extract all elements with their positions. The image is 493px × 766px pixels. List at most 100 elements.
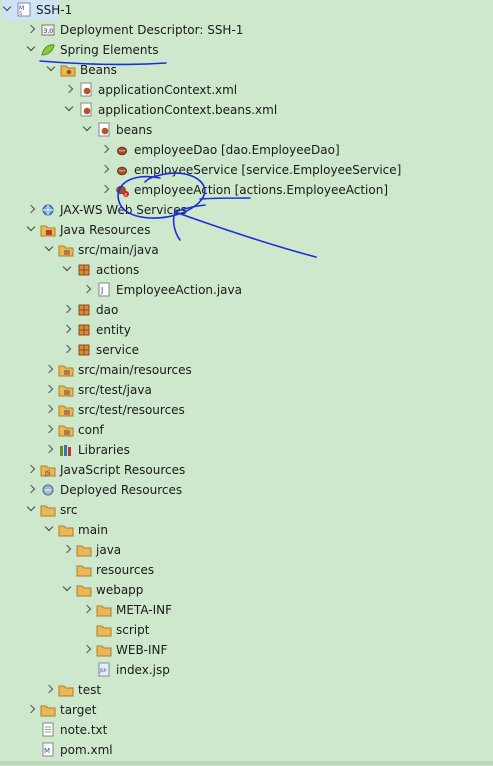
tree-item-src-test-resources[interactable]: src/test/resources <box>44 400 185 420</box>
tree-item-web-inf[interactable]: WEB-INF <box>82 640 167 660</box>
expand-toggle-icon[interactable] <box>44 360 56 380</box>
tree-item-label: pom.xml <box>60 743 113 757</box>
beans-folder-icon <box>60 60 76 80</box>
expand-toggle-icon[interactable] <box>62 260 74 280</box>
expand-toggle-icon[interactable] <box>62 580 74 600</box>
tree-item-test[interactable]: test <box>44 680 101 700</box>
tree-item-employeeaction-java[interactable]: J EmployeeAction.java <box>82 280 242 300</box>
tree-item-employee-action[interactable]: x employeeAction [actions.EmployeeAction] <box>100 180 388 200</box>
tree-item-beans-config[interactable]: beans <box>82 120 152 140</box>
tree-item-actions[interactable]: actions <box>62 260 139 280</box>
tree-item-javascript-resources[interactable]: JS JavaScript Resources <box>26 460 185 480</box>
tree-item-main[interactable]: main <box>44 520 108 540</box>
tree-item-label: entity <box>96 323 131 337</box>
expand-toggle-icon[interactable] <box>44 420 56 440</box>
tree-item-applicationcontext-beans-xml[interactable]: applicationContext.beans.xml <box>64 100 277 120</box>
tree-item-conf[interactable]: conf <box>44 420 104 440</box>
tree-item-deployed-resources[interactable]: Deployed Resources <box>26 480 182 500</box>
expand-toggle-icon[interactable] <box>62 300 74 320</box>
project-explorer-tree: M S SSH-1 3.0 Deployment Descriptor: SSH-1 … <box>0 0 493 765</box>
expand-toggle-icon[interactable] <box>26 40 38 60</box>
expand-toggle-icon[interactable] <box>26 700 38 720</box>
expand-toggle-icon[interactable] <box>64 100 76 120</box>
expand-toggle-icon[interactable] <box>44 240 56 260</box>
expand-toggle-icon[interactable] <box>100 180 112 200</box>
tree-item-src-test-java[interactable]: src/test/java <box>44 380 152 400</box>
tree-item-target[interactable]: target <box>26 700 97 720</box>
tree-item-src-main-java[interactable]: src/main/java <box>44 240 159 260</box>
tree-item-label: dao <box>96 303 119 317</box>
expand-toggle-icon[interactable] <box>26 20 38 40</box>
tree-item-src-main-resources[interactable]: src/main/resources <box>44 360 192 380</box>
text-file-icon <box>40 720 56 740</box>
expand-toggle-icon[interactable] <box>82 280 94 300</box>
package-icon <box>76 340 92 360</box>
expand-toggle-icon[interactable] <box>82 600 94 620</box>
tree-item-pom-xml[interactable]: Mpom.xml <box>26 740 113 760</box>
expand-toggle-icon[interactable] <box>26 220 38 240</box>
tree-item-ssh-1[interactable]: M S SSH-1 <box>2 0 72 20</box>
tree-item-employee-dao[interactable]: employeeDao [dao.EmployeeDao] <box>100 140 340 160</box>
tree-item-employee-service[interactable]: employeeService [service.EmployeeService… <box>100 160 401 180</box>
tree-item-libraries[interactable]: Libraries <box>44 440 130 460</box>
expand-toggle-icon[interactable] <box>44 400 56 420</box>
expand-toggle-icon[interactable] <box>62 540 74 560</box>
source-folder-icon <box>58 240 74 260</box>
javascript-resources-icon: JS <box>40 460 56 480</box>
expand-toggle-icon[interactable] <box>44 380 56 400</box>
horizontal-scrollbar[interactable] <box>0 761 493 765</box>
tree-item-applicationcontext-xml[interactable]: applicationContext.xml <box>64 80 237 100</box>
libraries-icon <box>58 440 74 460</box>
tree-item-beans[interactable]: Beans <box>46 60 117 80</box>
expand-toggle-icon[interactable] <box>82 640 94 660</box>
expand-toggle-icon[interactable] <box>62 340 74 360</box>
tree-item-java-resources[interactable]: Java Resources <box>26 220 150 240</box>
tree-item-deployment-descriptor[interactable]: 3.0 Deployment Descriptor: SSH-1 <box>26 20 243 40</box>
expand-toggle-icon[interactable] <box>26 460 38 480</box>
tree-item-spring-elements[interactable]: Spring Elements <box>26 40 158 60</box>
tree-item-service[interactable]: service <box>62 340 139 360</box>
tree-item-note-txt[interactable]: note.txt <box>26 720 107 740</box>
tree-item-label: Deployment Descriptor: SSH-1 <box>60 23 244 37</box>
tree-item-src[interactable]: src <box>26 500 78 520</box>
expand-toggle-icon[interactable] <box>2 0 14 20</box>
expand-toggle-icon[interactable] <box>64 80 76 100</box>
tree-item-script[interactable]: script <box>82 620 149 640</box>
expand-toggle-icon[interactable] <box>100 160 112 180</box>
tree-item-index-jsp[interactable]: JSP index.jsp <box>82 660 170 680</box>
expand-toggle-icon[interactable] <box>44 680 56 700</box>
tree-item-label: employeeAction [actions.EmployeeAction] <box>134 183 389 197</box>
expand-toggle-icon[interactable] <box>62 320 74 340</box>
tree-item-label: src/test/resources <box>78 403 185 417</box>
bean-error-icon: x <box>114 180 130 200</box>
tree-item-jax-ws[interactable]: JAX-WS Web Services <box>26 200 187 220</box>
tree-item-label: Libraries <box>78 443 130 457</box>
expand-toggle-icon[interactable] <box>82 120 94 140</box>
source-folder-icon <box>58 400 74 420</box>
tree-item-label: EmployeeAction.java <box>116 283 242 297</box>
expand-toggle-icon[interactable] <box>44 440 56 460</box>
expand-toggle-icon[interactable] <box>26 500 38 520</box>
expand-toggle-icon[interactable] <box>26 200 38 220</box>
tree-item-resources[interactable]: resources <box>62 560 154 580</box>
package-icon <box>76 320 92 340</box>
expand-toggle-icon[interactable] <box>100 140 112 160</box>
tree-item-dao[interactable]: dao <box>62 300 118 320</box>
deployed-resources-icon <box>40 480 56 500</box>
tree-item-label: index.jsp <box>116 663 170 677</box>
expand-toggle-icon[interactable] <box>46 60 58 80</box>
tree-item-label: main <box>78 523 108 537</box>
tree-item-entity[interactable]: entity <box>62 320 131 340</box>
tree-item-label: src/test/java <box>78 383 152 397</box>
expand-toggle-icon[interactable] <box>26 480 38 500</box>
tree-item-webapp[interactable]: webapp <box>62 580 143 600</box>
tree-item-meta-inf[interactable]: META-INF <box>82 600 172 620</box>
folder-icon <box>96 640 112 660</box>
expand-toggle-icon[interactable] <box>44 520 56 540</box>
tree-item-label: src/main/resources <box>78 363 192 377</box>
tree-item-label: src <box>60 503 78 517</box>
tree-item-java[interactable]: java <box>62 540 121 560</box>
